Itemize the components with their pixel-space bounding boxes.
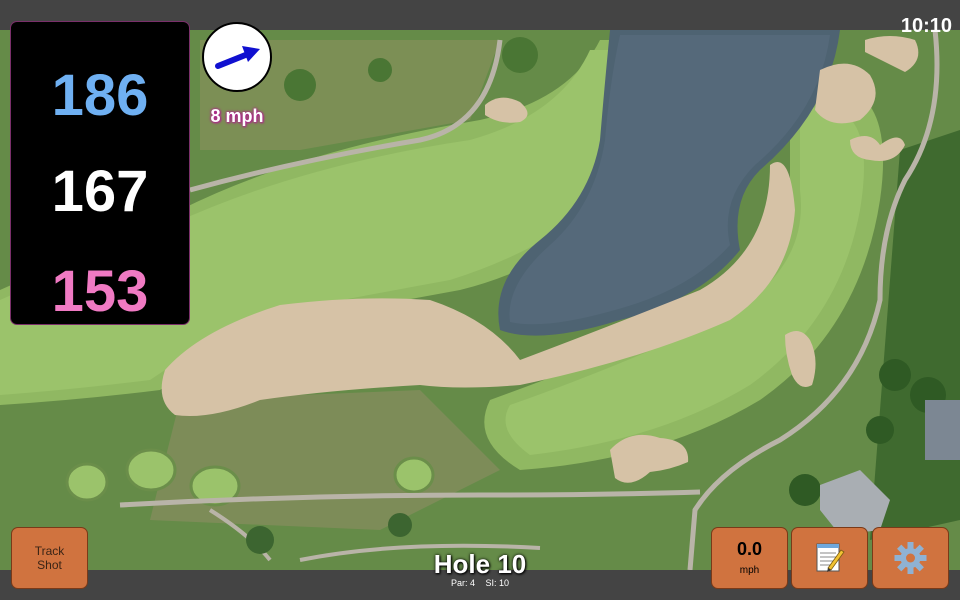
tree [502,37,538,73]
gear-icon [894,542,927,574]
building [925,400,960,460]
notepad-icon [816,543,845,572]
back-distance: 186 [51,63,149,128]
tee-box [65,462,109,502]
distance-panel: 186 167 153 [11,22,189,324]
tree [388,513,412,537]
tree [789,474,821,506]
tree [879,359,911,391]
speed-unit: mph [739,565,760,576]
tee-box [393,456,435,494]
clock: 10:10 [900,15,952,37]
middle-distance: 167 [51,159,149,224]
tree [246,526,274,554]
track-shot-label: Shot [37,558,62,572]
speed-button[interactable]: 0.0 mph [712,528,787,588]
hole-info: Par: 4 SI: 10 [400,578,560,588]
track-shot-button[interactable]: Track Shot [12,528,87,588]
speed-value: 0.0 [736,539,763,559]
settings-button[interactable] [873,528,948,588]
tee-box [125,448,177,492]
hole-title: Hole 10 [433,549,527,579]
arrow-icon [215,46,260,69]
wind-speed: 8 mph [210,106,264,126]
wind-indicator [202,22,272,92]
tree [866,416,894,444]
front-distance: 153 [51,259,149,324]
hole-si: SI: 10 [485,578,510,588]
notes-button[interactable] [792,528,867,588]
hole-par: Par: 4 [450,578,475,588]
tree [284,69,316,101]
track-shot-label: Track [34,544,65,558]
tree [368,58,392,82]
